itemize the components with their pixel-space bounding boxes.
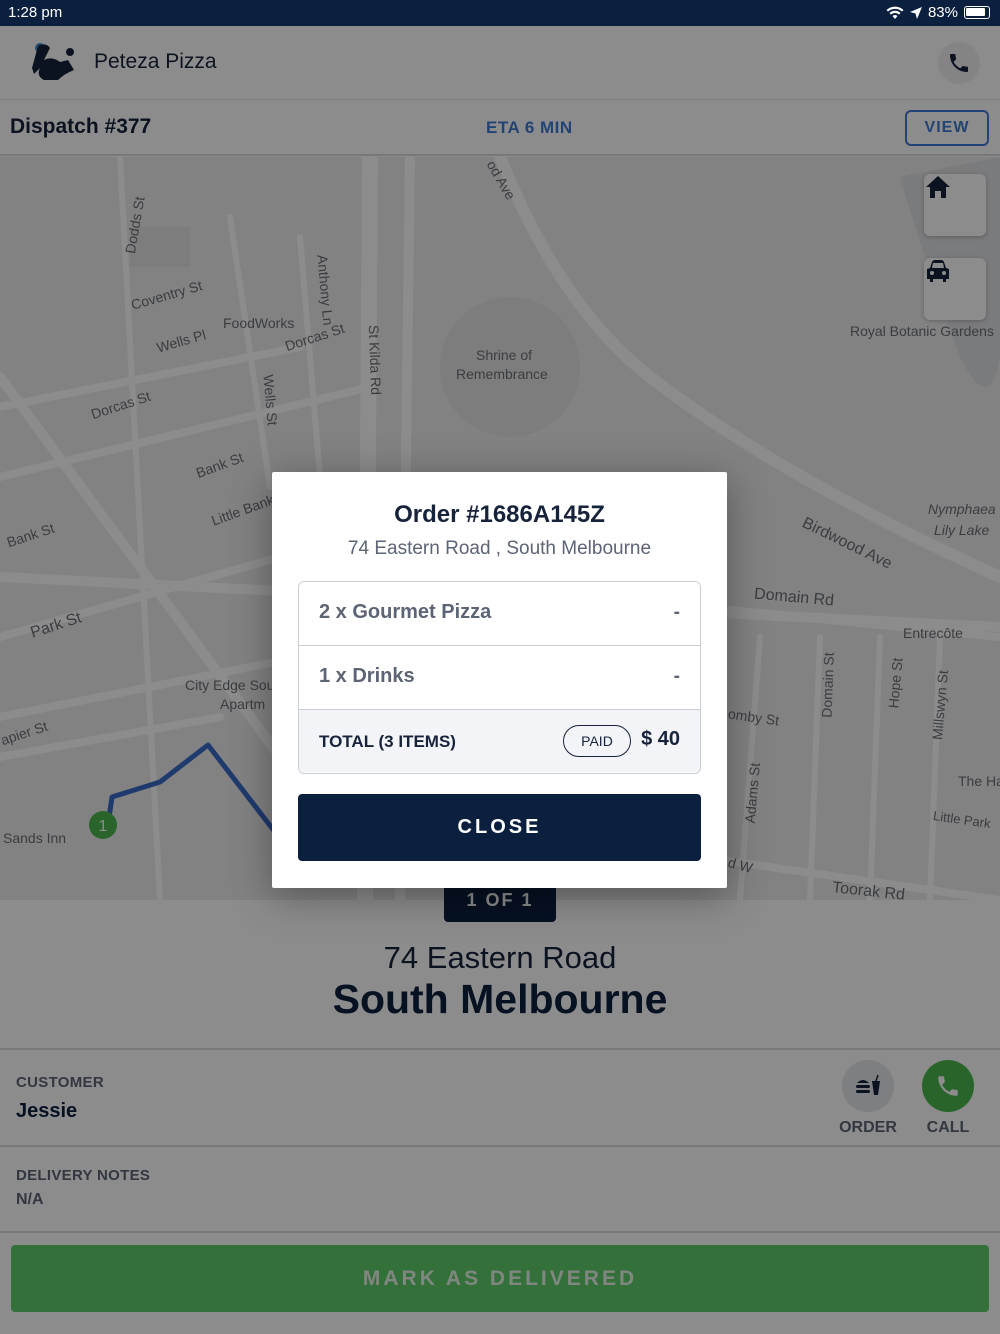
order-item-row: 2 x Gourmet Pizza - xyxy=(299,582,700,646)
order-modal: Order #1686A145Z 74 Eastern Road , South… xyxy=(272,472,727,888)
battery-icon xyxy=(964,6,990,19)
location-arrow-icon xyxy=(909,6,922,19)
order-item-name: 2 x Gourmet Pizza xyxy=(319,601,492,623)
order-modal-address: 74 Eastern Road , South Melbourne xyxy=(347,538,652,559)
order-total-amount: $ 40 xyxy=(641,728,680,750)
close-button[interactable]: CLOSE xyxy=(298,794,701,861)
paid-badge: PAID xyxy=(563,725,631,757)
wifi-icon xyxy=(886,6,904,19)
status-bar: 1:28 pm 83% xyxy=(0,0,1000,26)
order-item-row: 1 x Drinks - xyxy=(299,646,700,710)
status-time: 1:28 pm xyxy=(8,4,63,21)
order-item-value: - xyxy=(673,666,680,687)
order-modal-title: Order #1686A145Z xyxy=(394,501,605,528)
order-item-name: 1 x Drinks xyxy=(319,665,415,687)
order-total-row: TOTAL (3 ITEMS) PAID $ 40 xyxy=(299,710,700,772)
order-items-list: 2 x Gourmet Pizza - 1 x Drinks - TOTAL (… xyxy=(298,581,701,774)
order-item-value: - xyxy=(673,602,680,623)
status-right: 83% xyxy=(886,4,990,21)
battery-percent: 83% xyxy=(927,4,958,21)
order-total-label: TOTAL (3 ITEMS) xyxy=(319,732,456,751)
